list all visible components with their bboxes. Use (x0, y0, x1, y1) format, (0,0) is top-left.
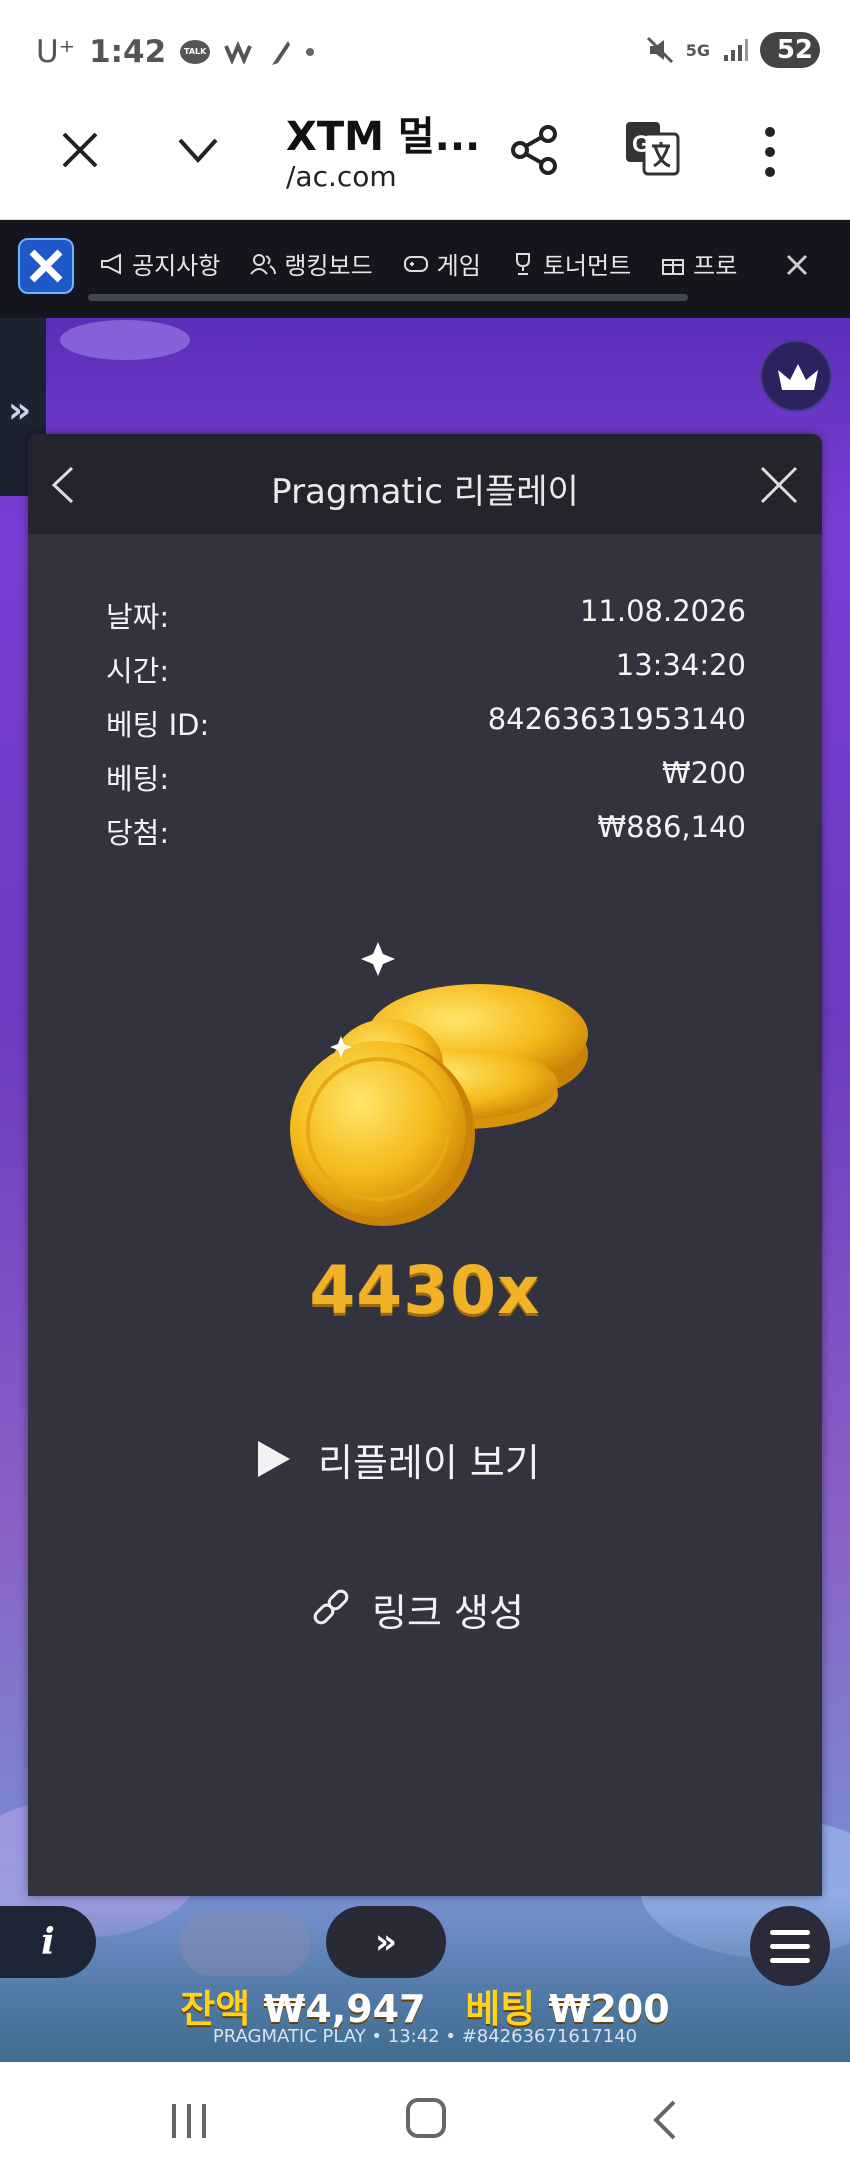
info-label: 베팅 ID: (106, 708, 210, 742)
menu-icon-line (770, 1944, 810, 1949)
balance-value: ₩4,947 (263, 1987, 426, 2031)
notification-icon (224, 40, 253, 64)
double-chevron-right-icon: » (8, 390, 32, 431)
svg-text:G: G (632, 131, 651, 158)
page-title: XTM 멀... (286, 114, 481, 160)
create-link-button[interactable]: 링크 생성 (310, 1574, 570, 1644)
menu-icon-line (770, 1958, 810, 1963)
watch-replay-label: 리플레이 보기 (318, 1440, 540, 1485)
nav-item-label: 공지사항 (132, 252, 221, 280)
nav-items: 공지사항 랭킹보드 게임 토너먼트 프로 (100, 246, 750, 281)
balance-label: 잔액 (180, 1987, 251, 2031)
kakaotalk-icon: TALK (180, 40, 211, 64)
menu-button[interactable] (750, 1906, 830, 1986)
bet-info-list: 날짜: 11.08.2026 시간: 13:34:20 베팅 ID: 84263… (106, 594, 746, 864)
info-button[interactable]: i (0, 1906, 96, 1978)
game-control-bar: i » 잔액 ₩4,947 베팅 ₩200 PRAGMATIC PLAY • 1… (0, 1898, 850, 2062)
nav-item-label: 게임 (436, 252, 481, 280)
status-left: U⁺ 1:42 TALK (36, 34, 315, 70)
nav-item-ranking[interactable]: 랭킹보드 (250, 246, 373, 281)
info-value: 11.08.2026 (579, 594, 746, 628)
turbo-spin-button[interactable]: » (326, 1906, 446, 1978)
crown-button[interactable] (760, 340, 832, 412)
site-logo[interactable] (18, 238, 74, 294)
nav-item-label: 토너먼트 (542, 252, 632, 280)
win-multiplier: 4430x (309, 1252, 541, 1329)
battery-icon: 52 (760, 32, 820, 68)
create-link-label: 링크 생성 (372, 1590, 524, 1635)
info-value: 13:34:20 (615, 648, 746, 682)
chevron-down-icon[interactable] (176, 134, 220, 166)
balance-bet-line: 잔액 ₩4,947 베팅 ₩200 (0, 1978, 850, 2033)
play-icon (258, 1441, 290, 1477)
nav-item-tournament[interactable]: 토너먼트 (511, 246, 631, 281)
status-bar: U⁺ 1:42 TALK 5G 52 (0, 0, 850, 104)
share-icon[interactable] (510, 124, 560, 176)
info-value: ₩886,140 (597, 810, 746, 844)
gift-icon (662, 258, 685, 275)
replay-modal: Pragmatic 리플레이 날짜: 11.08.2026 시간: 13:34:… (28, 434, 822, 1896)
link-icon (313, 1589, 349, 1625)
gold-coins-icon (290, 942, 588, 1226)
info-row-time: 시간: 13:34:20 (106, 648, 746, 702)
info-row-win: 당첨: ₩886,140 (106, 810, 746, 864)
info-value: 84263631953140 (487, 702, 746, 736)
clock: 1:42 (89, 34, 167, 70)
mute-icon (646, 36, 673, 64)
info-value: ₩200 (661, 756, 746, 790)
info-row-date: 날짜: 11.08.2026 (106, 594, 746, 648)
more-notifications-icon (306, 48, 315, 56)
signal-icon (724, 39, 748, 61)
gamepad-icon (403, 255, 428, 272)
game-footer-text: PRAGMATIC PLAY • 13:42 • #84263671617140 (212, 2026, 638, 2047)
menu-icon-line (770, 1930, 810, 1935)
info-label: 당첨: (106, 816, 170, 850)
crown-icon (778, 364, 818, 390)
close-icon[interactable] (786, 254, 808, 276)
close-icon[interactable] (60, 130, 100, 170)
network-icon: 5G (685, 40, 710, 60)
browser-toolbar: XTM 멀... /ac.com G (0, 104, 850, 220)
site-nav-bar: 공지사항 랭킹보드 게임 토너먼트 프로 (0, 220, 850, 318)
nav-item-notice[interactable]: 공지사항 (100, 246, 220, 281)
translate-icon[interactable]: G (624, 120, 680, 176)
info-row-bet-id: 베팅 ID: 84263631953140 (106, 702, 746, 756)
users-icon (250, 253, 277, 275)
feather-icon (272, 41, 291, 65)
modal-title: Pragmatic 리플레이 (271, 472, 579, 512)
info-label: 시간: (106, 654, 170, 688)
bet-value: ₩200 (548, 1987, 670, 2031)
modal-header: Pragmatic 리플레이 (28, 434, 822, 534)
autoplay-button[interactable] (180, 1912, 310, 1976)
nav-item-label: 프로 (693, 252, 738, 280)
info-label: 베팅: (106, 762, 170, 796)
nav-item-promo[interactable]: 프로 (661, 246, 737, 281)
info-label: 날짜: (106, 600, 170, 634)
home-icon[interactable] (406, 2098, 446, 2138)
status-right: 5G 52 (646, 32, 820, 68)
watch-replay-button[interactable]: 리플레이 보기 (258, 1424, 598, 1494)
x-logo-icon (29, 249, 63, 283)
nav-item-games[interactable]: 게임 (403, 246, 481, 281)
cloud-decoration (60, 320, 190, 360)
trophy-icon (515, 252, 530, 275)
bet-label: 베팅 (465, 1987, 536, 2031)
close-icon[interactable] (758, 464, 800, 506)
more-vert-icon[interactable] (760, 126, 780, 178)
page-url[interactable]: /ac.com (286, 160, 397, 193)
android-nav-bar (0, 2062, 850, 2178)
carrier-label: U⁺ (36, 34, 76, 70)
info-row-bet: 베팅: ₩200 (106, 756, 746, 810)
megaphone-icon (101, 252, 121, 275)
recent-apps-icon[interactable] (168, 2102, 210, 2140)
back-icon[interactable] (650, 2098, 680, 2142)
nav-scrollbar[interactable] (88, 294, 688, 301)
nav-item-label: 랭킹보드 (284, 252, 373, 280)
